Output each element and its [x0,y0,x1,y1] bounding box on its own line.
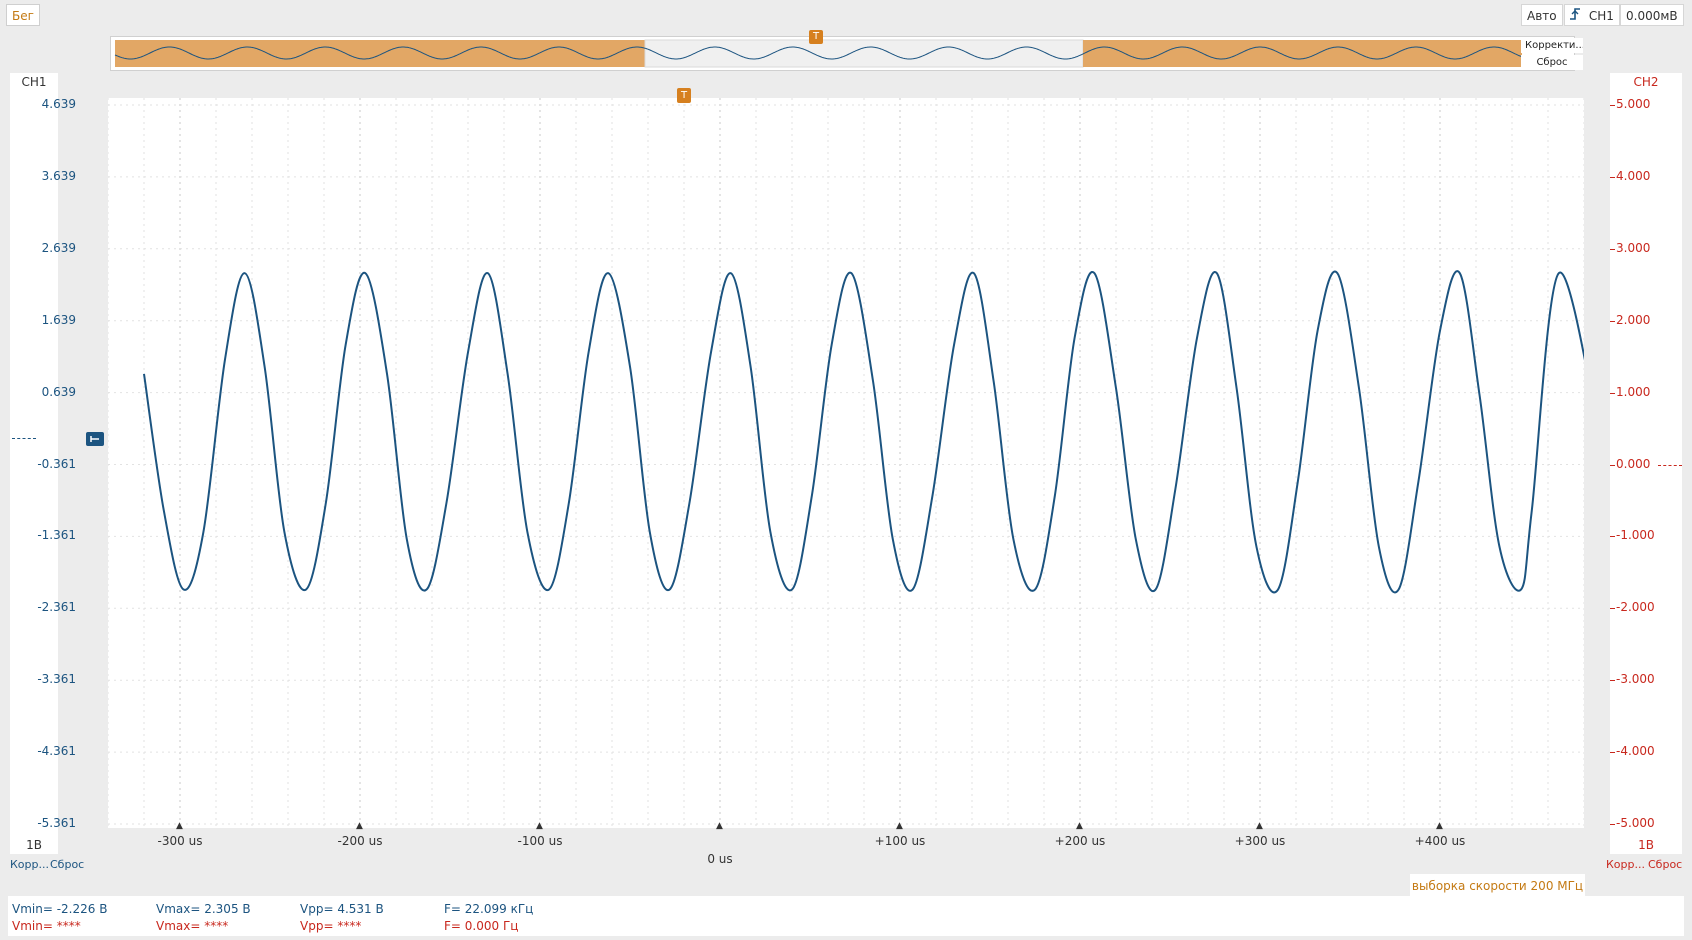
sample-rate-label: выборка скорости 200 МГц [1410,874,1585,898]
ch2-y-tick [1610,680,1615,682]
ch2-y-tick-label: -1.000 [1616,528,1655,543]
time-tick-arrow: ▲ [1076,821,1083,831]
ch1-vmin: Vmin= -2.226 В [12,902,108,916]
trigger-level-field[interactable]: 0.000мВ [1620,4,1684,26]
ch2-y-tick [1610,824,1615,825]
ch2-y-tick [1610,608,1615,610]
ch2-frequency: F= 0.000 Гц [444,919,519,933]
ch2-y-tick [1610,392,1615,394]
ch2-offset-dash [1658,465,1682,466]
ch2-vmin: Vmin= **** [12,919,81,933]
ch2-y-tick [1610,464,1615,466]
time-tick-arrow: ▲ [896,821,903,831]
ch1-frequency: F= 22.099 кГц [444,902,534,916]
ch2-y-tick [1610,176,1615,178]
ch2-y-tick-label: 1.000 [1616,384,1651,399]
ch1-y-tick-label: -0.361 [37,456,76,471]
trigger-edge-icon [1569,6,1585,28]
ch1-y-tick-label: -3.361 [37,672,76,687]
time-tick-label: +300 us [1234,834,1286,848]
time-tick-label: -200 us [337,834,383,848]
measurements-panel [8,896,1684,936]
ch1-y-tick-label: 4.639 [41,97,76,111]
ch2-y-tick [1610,248,1615,250]
ch1-reset-button[interactable]: Сброс [50,858,84,871]
ch1-offset-marker[interactable] [86,432,104,446]
trigger-source-button[interactable]: CH1 [1564,4,1620,26]
time-tick-arrow: ▲ [356,821,363,831]
ch2-y-tick [1610,320,1615,322]
ch1-y-tick-label: -1.361 [37,528,76,543]
overview-reset-button[interactable]: Сброс [1521,55,1583,70]
ch2-y-tick [1610,105,1615,106]
ch1-y-tick-label: 3.639 [41,168,76,183]
ch2-y-tick-label: 0.000 [1616,456,1651,471]
ch2-y-tick-label: 3.000 [1616,240,1651,255]
time-tick-arrow: ▲ [716,821,723,831]
ch2-scale[interactable]: 1В [1610,836,1682,854]
run-button[interactable]: Бег [6,4,40,26]
time-tick-arrow: ▲ [1436,821,1443,831]
trigger-mode-button[interactable]: Авто [1521,4,1563,26]
ch1-vpp: Vpp= 4.531 В [300,902,384,916]
time-tick-label: 0 us [707,852,733,866]
ch2-y-tick-label: 5.000 [1616,97,1651,111]
ch2-label[interactable]: CH2 [1610,73,1682,91]
ch1-label[interactable]: CH1 [10,73,58,91]
time-tick-label: +100 us [874,834,926,848]
time-tick-label: +200 us [1054,834,1106,848]
overview-strip[interactable]: Корректи... Сброс [110,36,1583,71]
ch1-scale[interactable]: 1В [10,836,58,854]
plot-trigger-marker[interactable]: T [677,88,691,103]
ch2-y-tick [1610,752,1615,754]
waveform-plot[interactable] [108,98,1584,828]
ch2-y-tick [1610,536,1615,538]
ch1-correct-button[interactable]: Корр... [10,858,49,871]
ch2-vmax: Vmax= **** [156,919,229,933]
ch1-waveform [143,270,1584,594]
ch2-y-tick-label: -2.000 [1616,600,1655,615]
trigger-source-label: CH1 [1588,9,1614,23]
ch1-y-tick-label: 1.639 [41,312,76,327]
ch1-y-tick-label: -2.361 [37,600,76,615]
ch2-y-tick-label: 4.000 [1616,168,1651,183]
ch2-vpp: Vpp= **** [300,919,362,933]
ch1-y-tick-label: 2.639 [41,240,76,255]
ch2-y-tick-label: -5.000 [1616,816,1655,830]
ch1-offset-dash [12,438,36,439]
time-tick-arrow: ▲ [1256,821,1263,831]
time-tick-arrow: ▲ [536,821,543,831]
ch1-vmax: Vmax= 2.305 В [156,902,251,916]
time-tick-label: -300 us [157,834,203,848]
time-tick-arrow: ▲ [176,821,183,831]
ch1-y-tick-label: -4.361 [37,744,76,759]
ch2-reset-button[interactable]: Сброс [1648,858,1682,871]
ch2-y-tick-label: 2.000 [1616,312,1651,327]
ch2-correct-button[interactable]: Корр... [1606,858,1645,871]
ch1-y-tick-label: -5.361 [37,816,76,830]
ch1-y-tick-label: 0.639 [41,384,76,399]
overview-trigger-marker[interactable]: T [809,30,823,44]
time-tick-label: -100 us [517,834,563,848]
ch2-y-tick-label: -4.000 [1616,744,1655,759]
ch2-y-tick-label: -3.000 [1616,672,1655,687]
overview-correct-button[interactable]: Корректи... [1521,38,1583,53]
time-tick-label: +400 us [1414,834,1466,848]
